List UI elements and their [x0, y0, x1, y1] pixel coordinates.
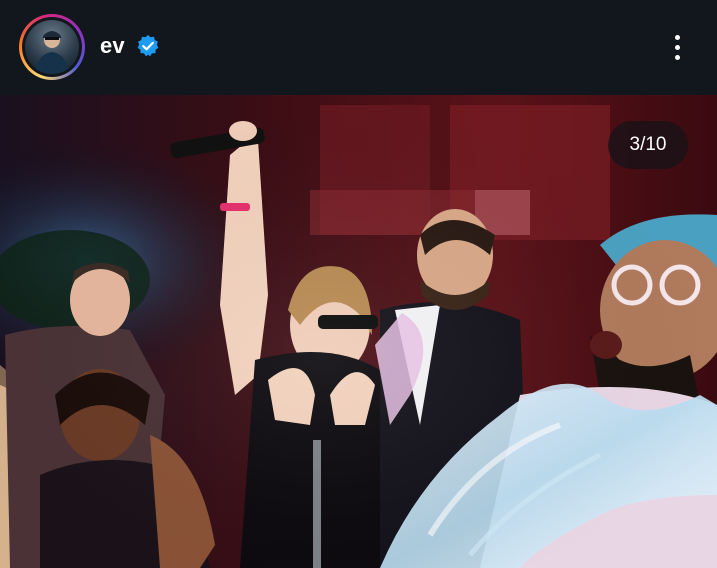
verified-badge-icon [137, 35, 159, 57]
post-image[interactable] [0, 95, 717, 568]
story-ring[interactable] [19, 14, 85, 80]
avatar-gap [22, 17, 82, 77]
username[interactable]: ev [100, 33, 125, 59]
more-dot-icon [674, 54, 680, 60]
more-dot-icon [674, 34, 680, 40]
avatar[interactable] [25, 20, 79, 74]
carousel-counter: 3/10 [608, 121, 688, 169]
party-photo [0, 95, 717, 568]
more-options-button[interactable] [662, 28, 692, 66]
post-header: ev [0, 0, 717, 95]
avatar-person-icon [35, 31, 69, 74]
more-dot-icon [674, 44, 680, 50]
